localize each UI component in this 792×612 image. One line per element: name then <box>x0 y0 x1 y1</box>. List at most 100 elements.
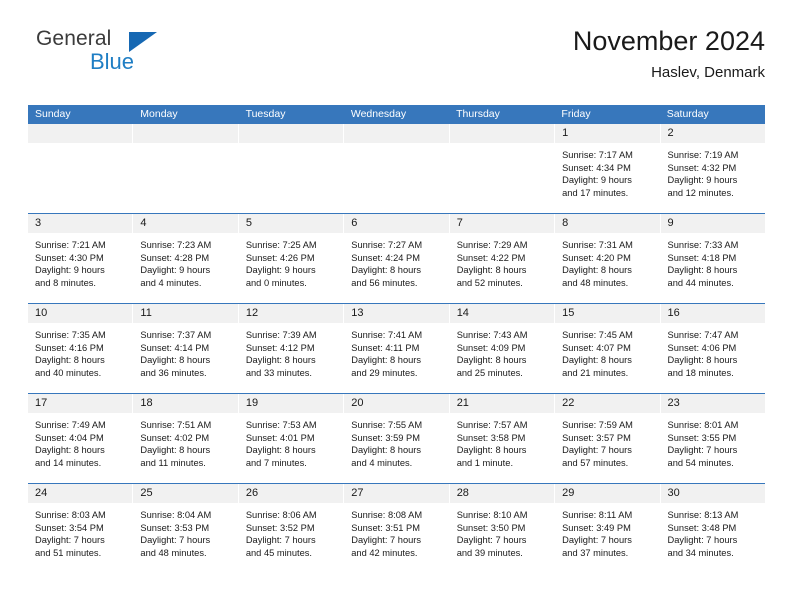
day-cell[interactable]: 20 Sunrise: 7:55 AM Sunset: 3:59 PM Dayligh… <box>344 394 450 483</box>
sunset-text: Sunset: 4:04 PM <box>35 432 104 443</box>
day-cell[interactable]: 3 Sunrise: 7:21 AM Sunset: 4:30 PM Daylight… <box>28 214 134 303</box>
sunset-text: Sunset: 3:54 PM <box>35 522 104 533</box>
day-cell[interactable]: 28 Sunrise: 8:10 AM Sunset: 3:50 PM Dayligh… <box>449 484 556 573</box>
sunset-text: Sunset: 4:09 PM <box>456 342 526 353</box>
day-cell[interactable]: 5 Sunrise: 7:25 AM Sunset: 4:26 PM Daylight… <box>238 214 345 303</box>
day-number: 14 <box>449 304 555 323</box>
sunrise-text: Sunrise: 7:53 AM <box>245 420 317 430</box>
sunrise-text: Sunrise: 7:55 AM <box>351 420 423 430</box>
day-number: 10 <box>28 304 133 323</box>
day-cell[interactable]: 15 Sunrise: 7:45 AM Sunset: 4:07 PM Dayligh… <box>555 304 661 393</box>
day-cell[interactable]: 11 Sunrise: 7:37 AM Sunset: 4:14 PM Dayligh… <box>133 304 239 393</box>
day-info: Sunrise: 7:19 AM Sunset: 4:32 PM Daylight:… <box>661 143 765 199</box>
day-info: Sunrise: 7:33 AM Sunset: 4:18 PM Daylight:… <box>661 233 765 289</box>
daylight-text-line2: and 42 minutes. <box>351 547 418 558</box>
daylight-text-line1: Daylight: 9 hours <box>140 265 211 276</box>
day-info: Sunrise: 8:06 AM Sunset: 3:52 PM Daylight:… <box>239 503 343 559</box>
day-cell[interactable]: 13 Sunrise: 7:41 AM Sunset: 4:11 PM Dayligh… <box>344 304 450 393</box>
day-cell[interactable]: 17 Sunrise: 7:49 AM Sunset: 4:04 PM Dayligh… <box>28 394 134 483</box>
daylight-text-line2: and 12 minutes. <box>667 187 734 198</box>
day-cell[interactable]: 12 Sunrise: 7:39 AM Sunset: 4:12 PM Dayligh… <box>238 304 345 393</box>
day-cell[interactable]: 27 Sunrise: 8:08 AM Sunset: 3:51 PM Dayligh… <box>344 484 450 573</box>
day-info: Sunrise: 7:59 AM Sunset: 3:57 PM Daylight:… <box>555 413 659 469</box>
day-cell[interactable]: 18 Sunrise: 7:51 AM Sunset: 4:02 PM Dayligh… <box>133 394 239 483</box>
day-number: 21 <box>449 394 555 413</box>
day-cell[interactable]: 21 Sunrise: 7:57 AM Sunset: 3:58 PM Dayligh… <box>449 394 556 483</box>
daylight-text-line1: Daylight: 8 hours <box>667 265 738 276</box>
daylight-text-line1: Daylight: 9 hours <box>562 175 632 186</box>
day-cell[interactable]: 6 Sunrise: 7:27 AM Sunset: 4:24 PM Daylight… <box>344 214 450 303</box>
sunrise-text: Sunrise: 7:57 AM <box>456 420 528 430</box>
day-number: 29 <box>555 484 660 503</box>
weekday-header-sunday: Sunday <box>35 108 71 120</box>
sunset-text: Sunset: 4:30 PM <box>35 252 104 263</box>
day-info: Sunrise: 7:51 AM Sunset: 4:02 PM Daylight:… <box>133 413 237 469</box>
daylight-text-line1: Daylight: 7 hours <box>562 535 632 546</box>
day-cell[interactable]: 23 Sunrise: 8:01 AM Sunset: 3:55 PM Dayligh… <box>660 394 765 483</box>
day-info: Sunrise: 8:03 AM Sunset: 3:54 PM Daylight:… <box>28 503 132 559</box>
brand-logo[interactable]: General Blue <box>28 26 258 92</box>
day-number: 4 <box>133 214 238 233</box>
title-block: November 2024 Haslev, Denmark <box>573 26 765 82</box>
day-cell[interactable]: 16 Sunrise: 7:47 AM Sunset: 4:06 PM Dayligh… <box>660 304 765 393</box>
day-info: Sunrise: 7:57 AM Sunset: 3:58 PM Daylight:… <box>450 413 554 469</box>
sunset-text: Sunset: 4:12 PM <box>245 342 315 353</box>
day-cell[interactable]: 19 Sunrise: 7:53 AM Sunset: 4:01 PM Dayligh… <box>238 394 345 483</box>
daylight-text-line1: Daylight: 8 hours <box>140 445 211 456</box>
page-subtitle: Haslev, Denmark <box>651 64 765 82</box>
day-number: 1 <box>555 124 660 143</box>
day-info: Sunrise: 7:25 AM Sunset: 4:26 PM Daylight:… <box>239 233 343 289</box>
day-info: Sunrise: 8:08 AM Sunset: 3:51 PM Daylight:… <box>344 503 448 559</box>
sunrise-text: Sunrise: 7:41 AM <box>351 330 423 340</box>
sunrise-text: Sunrise: 7:19 AM <box>667 150 739 160</box>
sunset-text: Sunset: 4:28 PM <box>140 252 210 263</box>
sunrise-text: Sunrise: 7:23 AM <box>140 240 212 250</box>
day-info: Sunrise: 7:39 AM Sunset: 4:12 PM Daylight:… <box>239 323 343 379</box>
day-info: Sunrise: 7:27 AM Sunset: 4:24 PM Daylight:… <box>344 233 448 289</box>
sunset-text: Sunset: 4:02 PM <box>140 432 210 443</box>
daylight-text-line1: Daylight: 8 hours <box>245 445 316 456</box>
day-cell[interactable]: 8 Sunrise: 7:31 AM Sunset: 4:20 PM Daylight… <box>555 214 661 303</box>
sunset-text: Sunset: 3:51 PM <box>351 522 420 533</box>
sunset-text: Sunset: 3:52 PM <box>245 522 315 533</box>
day-cell[interactable]: 14 Sunrise: 7:43 AM Sunset: 4:09 PM Dayligh… <box>449 304 556 393</box>
day-number: 26 <box>238 484 344 503</box>
day-cell-empty <box>238 124 345 213</box>
day-cell[interactable]: 26 Sunrise: 8:06 AM Sunset: 3:52 PM Dayligh… <box>238 484 345 573</box>
sunrise-text: Sunrise: 7:47 AM <box>667 330 739 340</box>
weeks-container: 1 Sunrise: 7:17 AM Sunset: 4:34 PM Daylight… <box>28 124 765 573</box>
day-cell[interactable]: 29 Sunrise: 8:11 AM Sunset: 3:49 PM Dayligh… <box>555 484 661 573</box>
day-number: 17 <box>28 394 133 413</box>
day-number: 18 <box>133 394 238 413</box>
sunrise-text: Sunrise: 8:11 AM <box>562 510 633 520</box>
weekday-header-saturday: Saturday <box>666 108 709 120</box>
day-number <box>133 124 238 143</box>
day-cell[interactable]: 7 Sunrise: 7:29 AM Sunset: 4:22 PM Daylight… <box>449 214 556 303</box>
day-number: 28 <box>449 484 555 503</box>
day-cell[interactable]: 25 Sunrise: 8:04 AM Sunset: 3:53 PM Dayligh… <box>133 484 239 573</box>
day-cell[interactable]: 30 Sunrise: 8:13 AM Sunset: 3:48 PM Dayligh… <box>660 484 765 573</box>
day-number: 2 <box>660 124 765 143</box>
daylight-text-line2: and 51 minutes. <box>35 547 102 558</box>
sunset-text: Sunset: 4:22 PM <box>456 252 526 263</box>
day-cell[interactable]: 4 Sunrise: 7:23 AM Sunset: 4:28 PM Daylight… <box>133 214 239 303</box>
day-cell[interactable]: 9 Sunrise: 7:33 AM Sunset: 4:18 PM Daylight… <box>660 214 765 303</box>
daylight-text-line1: Daylight: 8 hours <box>562 355 632 366</box>
sunrise-text: Sunrise: 7:29 AM <box>456 240 528 250</box>
day-number: 22 <box>555 394 660 413</box>
day-cell[interactable]: 22 Sunrise: 7:59 AM Sunset: 3:57 PM Dayligh… <box>555 394 661 483</box>
week-row: 24 Sunrise: 8:03 AM Sunset: 3:54 PM Dayligh… <box>28 483 765 573</box>
day-cell[interactable]: 1 Sunrise: 7:17 AM Sunset: 4:34 PM Daylight… <box>555 124 661 213</box>
day-number: 30 <box>660 484 765 503</box>
day-number: 20 <box>344 394 449 413</box>
day-cell[interactable]: 24 Sunrise: 8:03 AM Sunset: 3:54 PM Dayligh… <box>28 484 134 573</box>
day-number: 5 <box>238 214 344 233</box>
daylight-text-line2: and 8 minutes. <box>35 277 96 288</box>
sunrise-text: Sunrise: 7:21 AM <box>35 240 106 250</box>
sunset-text: Sunset: 4:32 PM <box>667 162 737 173</box>
calendar-page: General Blue November 2024 Haslev, Denma… <box>0 0 792 612</box>
sunset-text: Sunset: 4:26 PM <box>245 252 315 263</box>
day-cell[interactable]: 10 Sunrise: 7:35 AM Sunset: 4:16 PM Dayligh… <box>28 304 134 393</box>
day-cell[interactable]: 2 Sunrise: 7:19 AM Sunset: 4:32 PM Daylight… <box>660 124 765 213</box>
day-info: Sunrise: 7:21 AM Sunset: 4:30 PM Daylight:… <box>28 233 132 289</box>
